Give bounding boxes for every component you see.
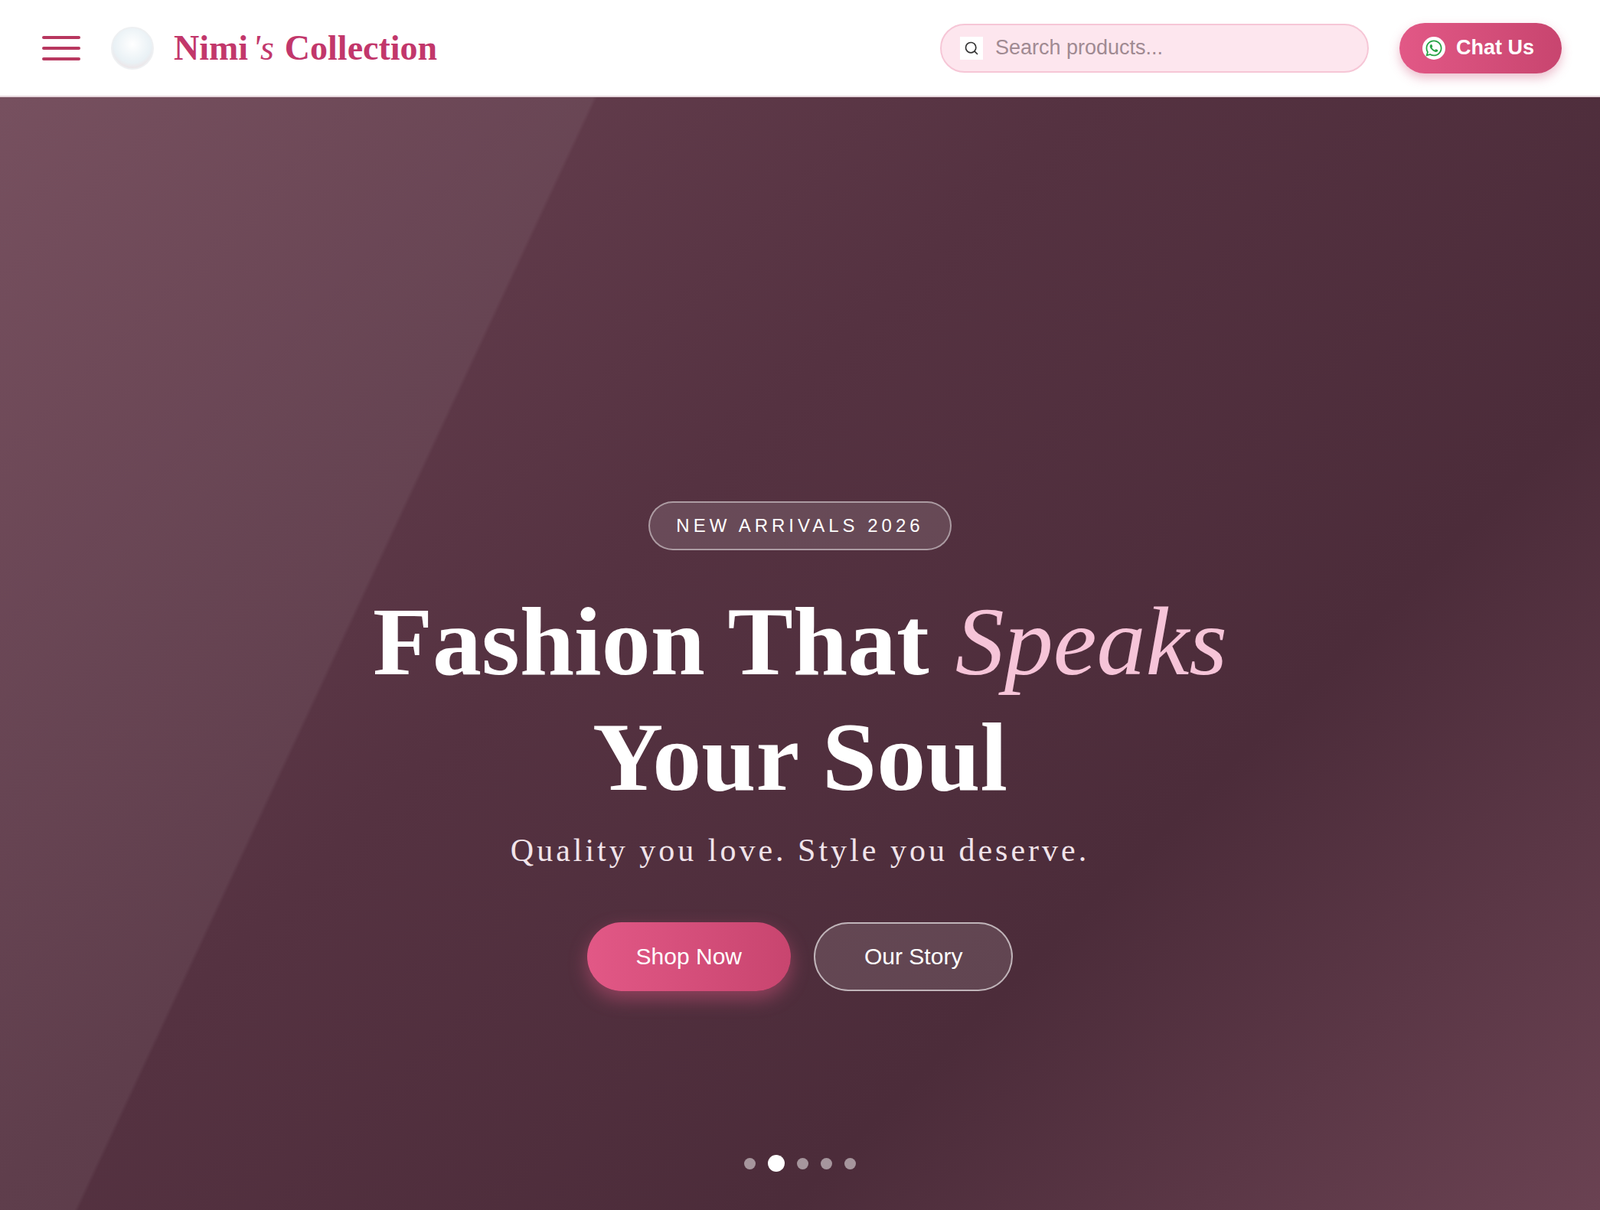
menu-icon[interactable] xyxy=(42,34,81,63)
hero-button[interactable]: Shop Now xyxy=(587,922,791,992)
headline-word: Speaks xyxy=(955,584,1228,700)
slide-dot[interactable] xyxy=(820,1158,833,1170)
slide-dot[interactable] xyxy=(796,1158,809,1170)
hero-button[interactable]: Our Story xyxy=(813,922,1013,992)
hero-actions: Shop Now Our Story xyxy=(587,922,1014,992)
slide-dot[interactable] xyxy=(744,1158,756,1170)
whatsapp-icon xyxy=(1422,36,1446,60)
brand[interactable]: Nimi'sCollection xyxy=(111,26,438,70)
slide-dot[interactable] xyxy=(844,1158,856,1170)
logo-icon xyxy=(111,26,154,70)
search-field[interactable] xyxy=(940,23,1369,73)
slide-dots xyxy=(744,1155,856,1173)
hero-badge: NEW ARRIVALS 2026 xyxy=(648,501,951,551)
chat-button[interactable]: Chat Us xyxy=(1399,22,1562,74)
headline-line: Fashion ThatSpeaks xyxy=(372,584,1228,700)
headline-word: Your Soul xyxy=(592,699,1008,816)
headline-word: Fashion That xyxy=(372,584,930,700)
search-input[interactable] xyxy=(993,35,1349,61)
slide-dot[interactable] xyxy=(767,1155,785,1173)
brand-name: Nimi'sCollection xyxy=(173,27,438,69)
hero-banner: NEW ARRIVALS 2026 Fashion ThatSpeaksYour … xyxy=(0,97,1600,1210)
site-header: Nimi'sCollection Chat Us xyxy=(0,0,1600,98)
headline-line: Your Soul xyxy=(372,699,1228,816)
hero-headline: Fashion ThatSpeaksYour Soul xyxy=(372,584,1228,816)
hero-subtitle: Quality you love. Style you deserve. xyxy=(510,832,1090,869)
page: Nimi'sCollection Chat Us NEW ARRIVALS 2026… xyxy=(0,0,1600,1210)
search-icon xyxy=(960,36,983,60)
